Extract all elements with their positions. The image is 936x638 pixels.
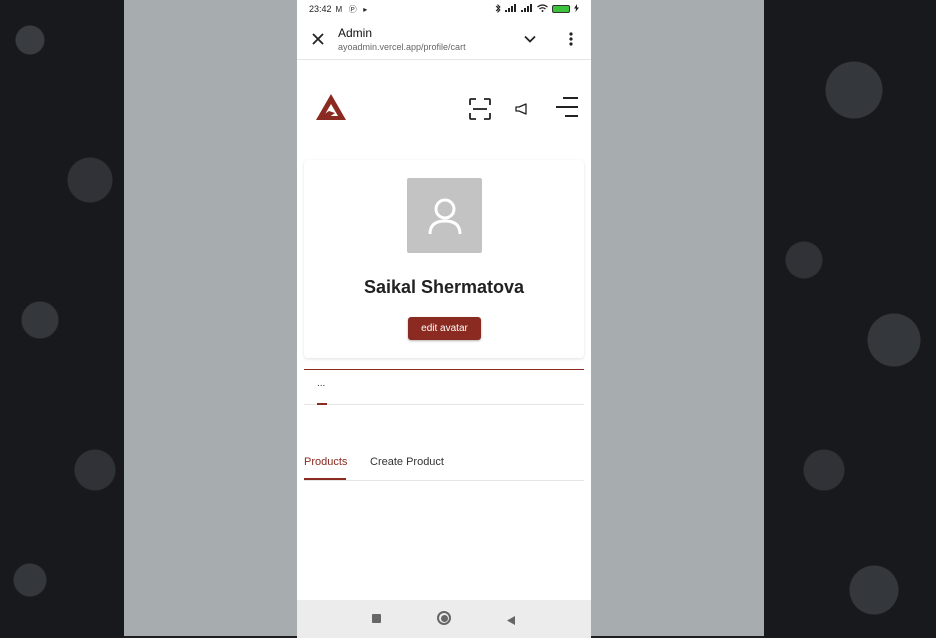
bluetooth-icon [495, 3, 501, 15]
more-vert-icon[interactable] [563, 30, 579, 48]
loading-text: ... [317, 378, 326, 389]
signal-icon [505, 4, 517, 14]
wifi-icon [537, 4, 548, 14]
user-icon [428, 198, 461, 234]
megaphone-icon[interactable] [515, 102, 529, 120]
profile-name: Saikal Shermatova [363, 277, 525, 297]
profile-card: Saikal Shermatova edit avatar [304, 160, 584, 358]
wallpaper-right [764, 0, 936, 638]
signal-icon-2 [521, 4, 533, 14]
scan-icon[interactable] [469, 98, 491, 125]
charging-icon [574, 4, 579, 14]
wallpaper-left [0, 0, 124, 638]
home-icon[interactable] [437, 611, 451, 625]
status-system-icons [495, 3, 579, 15]
tab-bar: Products Create Product [304, 450, 584, 481]
loading-indicator [317, 403, 327, 405]
logo-icon[interactable] [315, 93, 347, 126]
battery-icon [552, 5, 570, 13]
app-header [297, 60, 591, 155]
browser-toolbar: Admin ayoadmin.vercel.app/profile/cart [297, 18, 591, 60]
status-time: 23:42 [309, 4, 332, 14]
close-icon[interactable] [309, 30, 327, 48]
edit-avatar-button[interactable]: edit avatar [408, 317, 481, 340]
browser-url[interactable]: ayoadmin.vercel.app/profile/cart [338, 42, 466, 52]
back-icon[interactable] [506, 613, 516, 631]
recents-icon[interactable] [372, 614, 381, 623]
system-nav-bar [297, 600, 591, 638]
tab-create-product[interactable]: Create Product [370, 456, 444, 480]
menu-icon[interactable] [555, 96, 579, 123]
tab-products[interactable]: Products [304, 456, 347, 480]
phone-screen: 23:42 M Ⓟ ▸ Admin ayoadmin.vercel.app/pr… [297, 0, 591, 638]
status-notification-icons: M Ⓟ ▸ [336, 4, 372, 15]
status-bar: 23:42 M Ⓟ ▸ [297, 0, 591, 18]
avatar [407, 178, 482, 253]
loading-section: ... [304, 369, 584, 405]
browser-page-title: Admin [338, 26, 373, 40]
mail-icon: M [335, 4, 343, 14]
play-icon: ▸ [363, 4, 368, 14]
pinterest-icon: Ⓟ [348, 4, 357, 14]
chevron-down-icon[interactable] [521, 30, 539, 48]
